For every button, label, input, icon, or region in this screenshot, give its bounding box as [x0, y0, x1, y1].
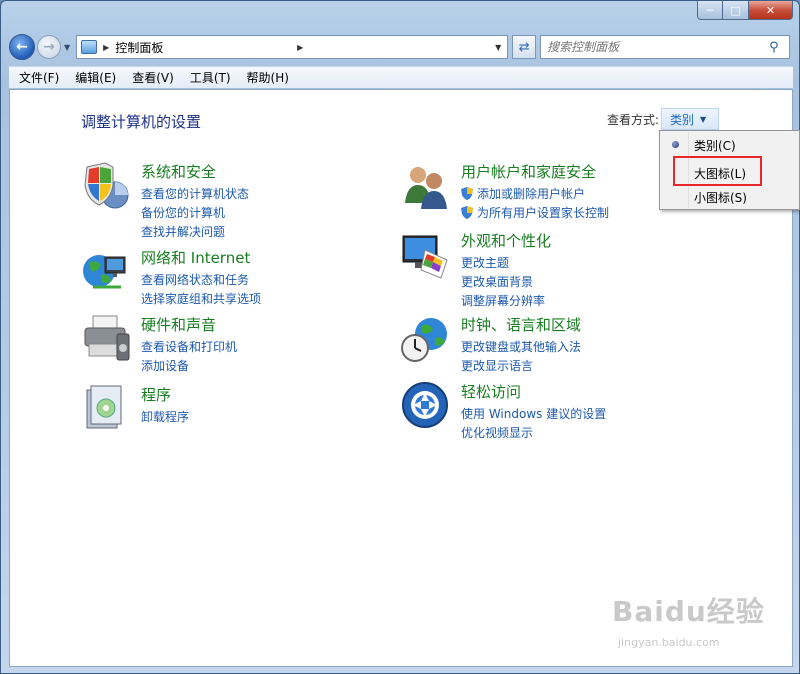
- breadcrumb-chevron-icon[interactable]: ▶: [297, 43, 303, 52]
- highlight-box: [673, 156, 762, 186]
- search-input[interactable]: [547, 40, 770, 54]
- category-link[interactable]: 卸载程序: [141, 408, 189, 427]
- category-title[interactable]: 硬件和声音: [141, 314, 216, 335]
- uac-shield-icon: [461, 206, 473, 219]
- category-title[interactable]: 轻松访问: [461, 381, 521, 402]
- radio-bullet-icon: [672, 141, 679, 148]
- menu-tools[interactable]: 工具(T): [182, 69, 239, 86]
- search-icon[interactable]: ⚲: [769, 40, 789, 55]
- category-link[interactable]: 备份您的计算机: [141, 204, 249, 223]
- category-title[interactable]: 程序: [141, 384, 171, 405]
- users-icon[interactable]: [401, 161, 451, 211]
- programs-box-icon[interactable]: [81, 384, 131, 434]
- caption-buttons: ─ □ ✕: [697, 1, 793, 20]
- menu-file[interactable]: 文件(F): [11, 69, 67, 86]
- chevron-down-icon: ▼: [700, 114, 707, 124]
- category-link[interactable]: 更改桌面背景: [461, 273, 545, 292]
- page-title: 调整计算机的设置: [81, 113, 202, 131]
- category-link[interactable]: 使用 Windows 建议的设置: [461, 405, 606, 424]
- forward-button[interactable]: →: [37, 35, 61, 59]
- category-title[interactable]: 系统和安全: [141, 161, 216, 182]
- close-icon: ✕: [765, 3, 776, 17]
- category-link[interactable]: 查看您的计算机状态: [141, 185, 249, 204]
- menu-help[interactable]: 帮助(H): [239, 69, 297, 86]
- clock-globe-icon[interactable]: [401, 314, 451, 364]
- category-link[interactable]: 调整屏幕分辨率: [461, 292, 545, 311]
- refresh-icon: ⇄: [518, 39, 530, 55]
- menu-view[interactable]: 查看(V): [124, 69, 182, 86]
- view-by-value: 类别: [670, 112, 695, 127]
- address-history-dropdown-icon[interactable]: ▼: [489, 43, 507, 52]
- close-button[interactable]: ✕: [749, 1, 793, 20]
- menu-bar: 文件(F) 编辑(E) 查看(V) 工具(T) 帮助(H): [9, 66, 793, 88]
- control-panel-window: ─ □ ✕ ← → ▼ ▶ 控制面板 ▶ ▼ ⇄ ⚲ 文件(F) 编辑(E) 查…: [0, 0, 800, 674]
- menu-item-category[interactable]: 类别(C): [661, 134, 798, 156]
- watermark-logo: Baidu经验: [612, 595, 765, 628]
- network-globe-icon[interactable]: [81, 247, 131, 297]
- category-link[interactable]: 查看网络状态和任务: [141, 271, 261, 290]
- menu-edit[interactable]: 编辑(E): [67, 69, 124, 86]
- category-title[interactable]: 网络和 Internet: [141, 247, 250, 268]
- ease-of-access-icon[interactable]: [401, 381, 451, 431]
- category-link[interactable]: 添加设备: [141, 357, 237, 376]
- forward-arrow-icon: →: [43, 39, 55, 55]
- monitor-palette-icon[interactable]: [401, 230, 451, 280]
- watermark-url: jingyan.baidu.com: [618, 636, 720, 649]
- category-link[interactable]: 查看设备和打印机: [141, 338, 237, 357]
- category-link[interactable]: 更改键盘或其他输入法: [461, 338, 581, 357]
- search-box[interactable]: ⚲: [540, 35, 791, 59]
- view-by-dropdown[interactable]: 类别 ▼: [661, 108, 719, 130]
- view-by-label: 查看方式:: [607, 113, 660, 127]
- category-link[interactable]: 更改显示语言: [461, 357, 581, 376]
- minimize-button[interactable]: ─: [697, 1, 723, 20]
- breadcrumb-chevron-icon[interactable]: ▶: [103, 43, 109, 52]
- refresh-button[interactable]: ⇄: [512, 35, 537, 59]
- category-link[interactable]: 为所有用户设置家长控制: [461, 204, 609, 223]
- recent-pages-dropdown[interactable]: ▼: [64, 43, 70, 52]
- category-link[interactable]: 更改主题: [461, 254, 545, 273]
- category-link[interactable]: 查找并解决问题: [141, 223, 249, 242]
- address-bar[interactable]: ▶ 控制面板 ▶ ▼: [76, 35, 509, 59]
- back-arrow-icon: ←: [16, 39, 28, 55]
- category-title[interactable]: 外观和个性化: [461, 230, 551, 251]
- category-title[interactable]: 时钟、语言和区域: [461, 314, 581, 335]
- category-title[interactable]: 用户帐户和家庭安全: [461, 161, 596, 182]
- printer-icon[interactable]: [81, 314, 131, 364]
- shield-system-icon[interactable]: [81, 161, 131, 211]
- menu-item-small-icons[interactable]: 小图标(S): [661, 186, 798, 208]
- maximize-button[interactable]: □: [723, 1, 749, 20]
- navigation-bar: ← → ▼ ▶ 控制面板 ▶ ▼ ⇄ ⚲: [9, 32, 793, 62]
- control-panel-icon: [81, 40, 98, 54]
- breadcrumb-control-panel[interactable]: 控制面板: [115, 39, 295, 56]
- category-link[interactable]: 优化视频显示: [461, 424, 606, 443]
- category-link[interactable]: 添加或删除用户帐户: [461, 185, 609, 204]
- back-button[interactable]: ←: [9, 34, 35, 60]
- category-link[interactable]: 选择家庭组和共享选项: [141, 290, 261, 309]
- uac-shield-icon: [461, 187, 473, 200]
